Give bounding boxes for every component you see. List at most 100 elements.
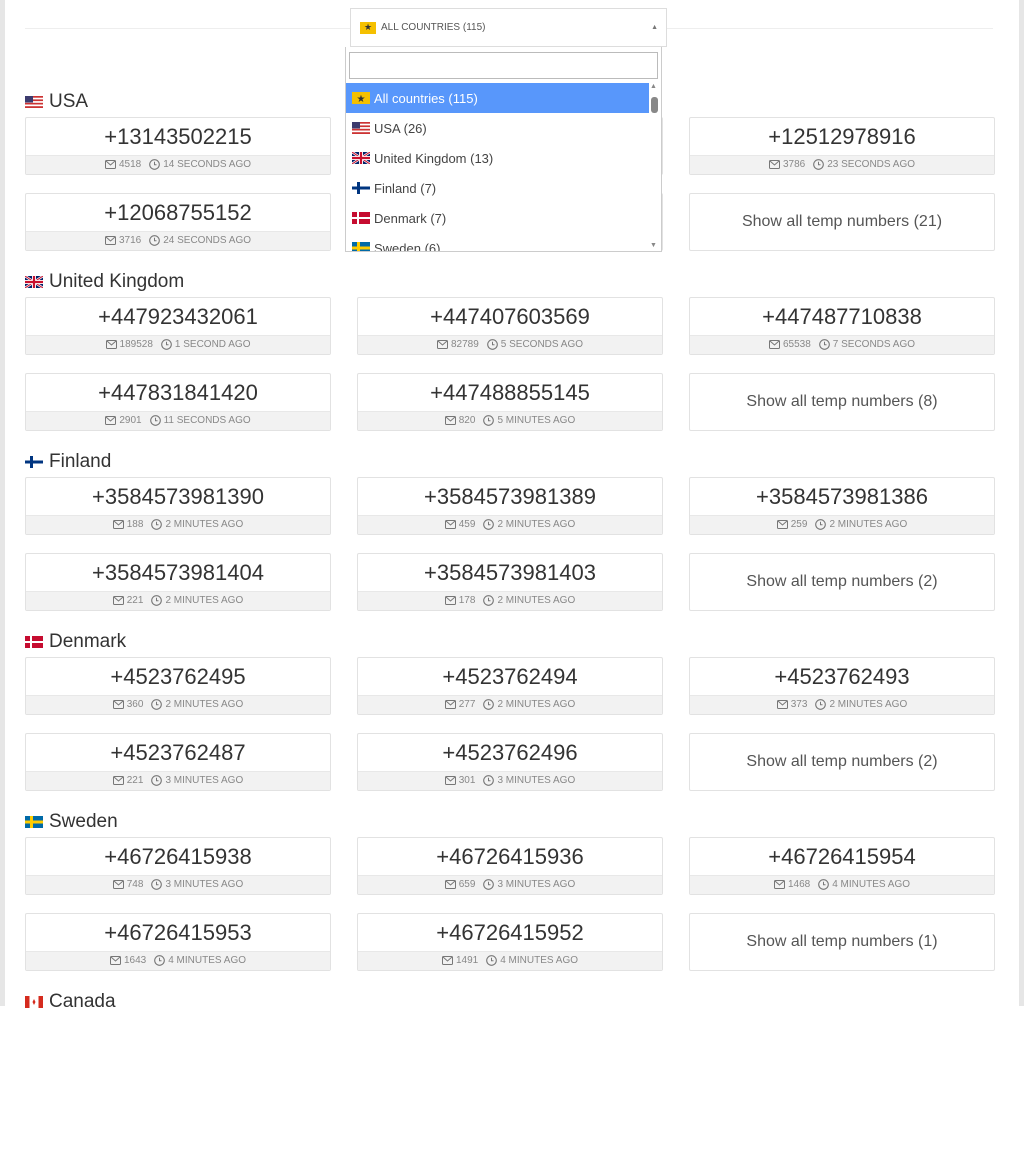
- phone-number[interactable]: +447831841420: [26, 374, 330, 411]
- country-select[interactable]: ★ ALL COUNTRIES (115) ▲: [350, 8, 667, 47]
- phone-number-card[interactable]: +12512978916 3786 23 SECONDS AGO: [689, 117, 995, 175]
- phone-number[interactable]: +4523762495: [26, 658, 330, 695]
- phone-number[interactable]: +3584573981403: [358, 554, 662, 591]
- last-received: 2 MINUTES AGO: [829, 519, 908, 530]
- country-heading[interactable]: Denmark: [25, 626, 993, 657]
- phone-number-card[interactable]: +46726415938 748 3 MINUTES AGO: [25, 837, 331, 895]
- phone-number[interactable]: +46726415952: [358, 914, 662, 951]
- number-meta: 360 2 MINUTES AGO: [26, 695, 330, 714]
- dropdown-scrollbar[interactable]: ▲ ▼: [650, 83, 659, 249]
- phone-number[interactable]: +3584573981389: [358, 478, 662, 515]
- phone-number-card[interactable]: +46726415952 1491 4 MINUTES AGO: [357, 913, 663, 971]
- phone-number[interactable]: +4523762496: [358, 734, 662, 771]
- phone-number[interactable]: +4523762493: [690, 658, 994, 695]
- phone-number-card[interactable]: +3584573981390 188 2 MINUTES AGO: [25, 477, 331, 535]
- clock-icon: [486, 955, 498, 966]
- number-grid: +3584573981390 188 2 MINUTES AGO +358457398…: [25, 477, 995, 611]
- message-count: 360: [126, 699, 144, 710]
- scroll-down-icon[interactable]: ▼: [650, 242, 657, 249]
- envelope-icon: [444, 519, 456, 529]
- scroll-thumb[interactable]: [651, 97, 658, 113]
- envelope-icon: [776, 519, 788, 529]
- envelope-icon: [104, 159, 116, 169]
- country-option[interactable]: United Kingdom (13): [346, 143, 649, 173]
- phone-number-card[interactable]: +46726415936 659 3 MINUTES AGO: [357, 837, 663, 895]
- country-search-input[interactable]: [349, 52, 658, 79]
- phone-number[interactable]: +46726415954: [690, 838, 994, 875]
- scroll-up-icon[interactable]: ▲: [650, 83, 657, 90]
- phone-number-card[interactable]: +46726415953 1643 4 MINUTES AGO: [25, 913, 331, 971]
- clock-icon: [151, 879, 163, 890]
- country-option[interactable]: USA (26): [346, 113, 649, 143]
- flag-fi-icon: [25, 455, 43, 468]
- phone-number[interactable]: +447487710838: [690, 298, 994, 335]
- phone-number-card[interactable]: +3584573981389 459 2 MINUTES AGO: [357, 477, 663, 535]
- number-meta: 178 2 MINUTES AGO: [358, 591, 662, 610]
- country-heading[interactable]: Canada: [25, 986, 993, 1017]
- phone-number[interactable]: +4523762494: [358, 658, 662, 695]
- envelope-icon: [112, 775, 124, 785]
- phone-number-card[interactable]: +4523762493 373 2 MINUTES AGO: [689, 657, 995, 715]
- phone-number[interactable]: +4523762487: [26, 734, 330, 771]
- country-option[interactable]: Finland (7): [346, 173, 649, 203]
- message-count: 3786: [782, 159, 806, 170]
- phone-number[interactable]: +12068755152: [26, 194, 330, 231]
- phone-number-card[interactable]: +3584573981403 178 2 MINUTES AGO: [357, 553, 663, 611]
- message-count: 1491: [455, 955, 479, 966]
- show-all-button[interactable]: Show all temp numbers (1): [689, 913, 995, 971]
- show-all-button[interactable]: Show all temp numbers (2): [689, 553, 995, 611]
- phone-number[interactable]: +3584573981386: [690, 478, 994, 515]
- phone-number[interactable]: +447488855145: [358, 374, 662, 411]
- message-count: 188: [126, 519, 144, 530]
- number-meta: 221 3 MINUTES AGO: [26, 771, 330, 790]
- number-meta: 2901 11 SECONDS AGO: [26, 411, 330, 430]
- country-name: Denmark: [49, 630, 127, 652]
- phone-number-card[interactable]: +46726415954 1468 4 MINUTES AGO: [689, 837, 995, 895]
- show-all-button[interactable]: Show all temp numbers (2): [689, 733, 995, 791]
- phone-number-card[interactable]: +3584573981386 259 2 MINUTES AGO: [689, 477, 995, 535]
- clock-icon: [483, 415, 495, 426]
- phone-number-card[interactable]: +447923432061 189528 1 SECOND AGO: [25, 297, 331, 355]
- message-count: 820: [458, 415, 476, 426]
- country-heading[interactable]: United Kingdom: [25, 266, 993, 297]
- phone-number[interactable]: +447407603569: [358, 298, 662, 335]
- scrollbar[interactable]: [1019, 0, 1024, 1006]
- phone-number-card[interactable]: +447407603569 82789 5 SECONDS AGO: [357, 297, 663, 355]
- phone-number[interactable]: +12512978916: [690, 118, 994, 155]
- phone-number[interactable]: +3584573981404: [26, 554, 330, 591]
- phone-number-card[interactable]: +4523762494 277 2 MINUTES AGO: [357, 657, 663, 715]
- country-heading[interactable]: Finland: [25, 446, 993, 477]
- phone-number-card[interactable]: +447488855145 820 5 MINUTES AGO: [357, 373, 663, 431]
- country-option[interactable]: Denmark (7): [346, 203, 649, 233]
- phone-number-card[interactable]: +3584573981404 221 2 MINUTES AGO: [25, 553, 331, 611]
- phone-number-card[interactable]: +13143502215 4518 14 SECONDS AGO: [25, 117, 331, 175]
- country-option[interactable]: ★ All countries (115): [346, 83, 649, 113]
- phone-number-card[interactable]: +447831841420 2901 11 SECONDS AGO: [25, 373, 331, 431]
- left-border: [0, 0, 5, 1006]
- show-all-button[interactable]: Show all temp numbers (8): [689, 373, 995, 431]
- clock-icon: [483, 879, 495, 890]
- phone-number[interactable]: +46726415936: [358, 838, 662, 875]
- country-heading[interactable]: Sweden: [25, 806, 993, 837]
- phone-number[interactable]: +3584573981390: [26, 478, 330, 515]
- phone-number-card[interactable]: +4523762487 221 3 MINUTES AGO: [25, 733, 331, 791]
- show-all-button[interactable]: Show all temp numbers (21): [689, 193, 995, 251]
- number-meta: 301 3 MINUTES AGO: [358, 771, 662, 790]
- phone-number-card[interactable]: +447487710838 65538 7 SECONDS AGO: [689, 297, 995, 355]
- phone-number-card[interactable]: +4523762495 360 2 MINUTES AGO: [25, 657, 331, 715]
- number-meta: 373 2 MINUTES AGO: [690, 695, 994, 714]
- flag-dk-icon: [352, 212, 370, 224]
- number-grid: +46726415938 748 3 MINUTES AGO +46726415936…: [25, 837, 995, 971]
- envelope-icon: [441, 955, 453, 965]
- country-option[interactable]: Sweden (6): [346, 233, 649, 251]
- phone-number-card[interactable]: +12068755152 3716 24 SECONDS AGO: [25, 193, 331, 251]
- phone-number[interactable]: +46726415938: [26, 838, 330, 875]
- number-meta: 459 2 MINUTES AGO: [358, 515, 662, 534]
- clock-icon: [151, 699, 163, 710]
- phone-number[interactable]: +447923432061: [26, 298, 330, 335]
- phone-number[interactable]: +13143502215: [26, 118, 330, 155]
- number-meta: 3716 24 SECONDS AGO: [26, 231, 330, 250]
- phone-number[interactable]: +46726415953: [26, 914, 330, 951]
- clock-icon: [149, 159, 161, 170]
- phone-number-card[interactable]: +4523762496 301 3 MINUTES AGO: [357, 733, 663, 791]
